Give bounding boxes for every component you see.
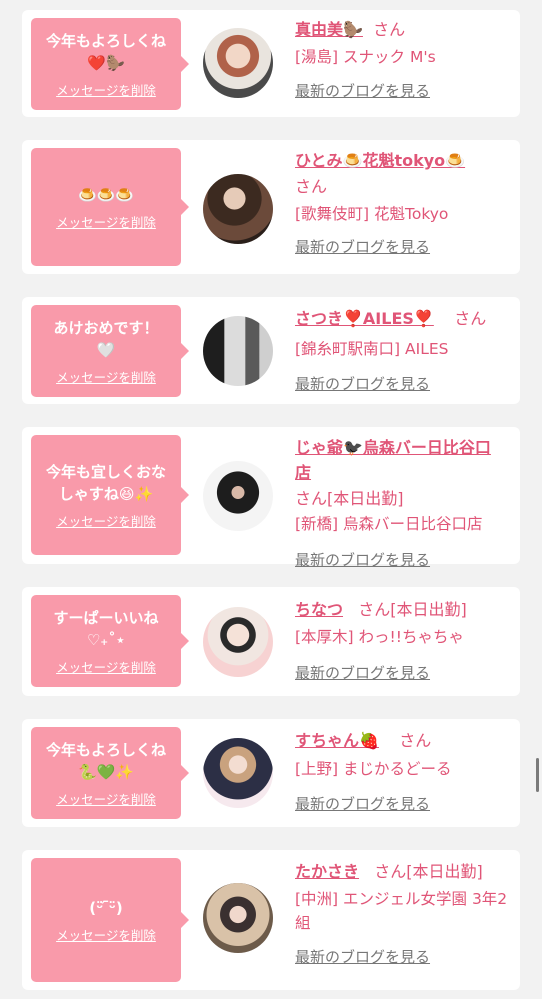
avatar[interactable] <box>203 738 273 808</box>
message-card: (ᵕ̈ ᷇ᵕ̈) メッセージを削除 たかさき さん[本日出勤] [中洲] エンジ… <box>22 850 520 990</box>
shop-info: [湯島] スナック M's <box>295 48 436 66</box>
shop-info: [上野] まじかるどーる <box>295 760 452 778</box>
latest-blog-link[interactable]: 最新のブログを見る <box>295 80 513 102</box>
latest-blog-link[interactable]: 最新のブログを見る <box>295 373 513 395</box>
avatar[interactable] <box>203 883 273 953</box>
avatar[interactable] <box>203 174 273 244</box>
message-card: 今年も宜しくおな しゃすね😆✨ メッセージを削除 じゃ爺🐦‍⬛烏森バー日比谷口店… <box>22 427 520 569</box>
latest-blog-link[interactable]: 最新のブログを見る <box>295 793 513 815</box>
avatar[interactable] <box>203 461 273 531</box>
working-today-status: [本日出勤] <box>406 862 483 881</box>
message-card: 今年もよろしくね 🐍💚✨ メッセージを削除 すちゃん🍓 さん [上野] まじかる… <box>22 719 520 827</box>
delete-message-link[interactable]: メッセージを削除 <box>56 657 156 676</box>
cast-name-link[interactable]: じゃ爺🐦‍⬛烏森バー日比谷口店 <box>295 435 505 485</box>
message-bubble: あけおめです！ 🤍 メッセージを削除 <box>31 305 181 397</box>
message-bubble: すーぱーいいね ♡₊˚⋆ メッセージを削除 <box>31 595 181 687</box>
delete-message-link[interactable]: メッセージを削除 <box>56 789 156 808</box>
latest-blog-link[interactable]: 最新のブログを見る <box>295 549 513 571</box>
message-bubble: 🍮🍮🍮 メッセージを削除 <box>31 148 181 266</box>
cast-name-link[interactable]: さつき❣️AILES❣️ <box>295 309 434 328</box>
cast-name-link[interactable]: ちなつ <box>295 600 343 619</box>
honorific: さん <box>454 309 487 328</box>
message-text: すーぱーいいね ♡₊˚⋆ <box>53 608 159 649</box>
working-today-status: [本日出勤] <box>390 600 467 619</box>
working-today-status: [本日出勤] <box>327 489 404 508</box>
shop-info: [錦糸町駅南口] AILES <box>295 340 449 358</box>
message-bubble: 今年も宜しくおな しゃすね😆✨ メッセージを削除 <box>31 435 181 555</box>
latest-blog-link[interactable]: 最新のブログを見る <box>295 662 513 684</box>
cast-name-link[interactable]: たかさき <box>295 862 359 881</box>
message-text: あけおめです！ 🤍 <box>53 318 159 359</box>
message-text: 今年もよろしくね 🐍💚✨ <box>45 740 166 781</box>
message-card: 🍮🍮🍮 メッセージを削除 ひとみ🍮花魁tokyo🍮 さん [歌舞伎町] 花魁To… <box>22 140 520 274</box>
avatar[interactable] <box>203 607 273 677</box>
message-text: 今年も宜しくおな しゃすね😆✨ <box>45 462 166 503</box>
honorific: さん <box>295 177 328 196</box>
shop-info: [新橋] 烏森バー日比谷口店 <box>295 515 483 533</box>
cast-name-link[interactable]: すちゃん🍓 <box>295 731 379 750</box>
message-text: 🍮🍮🍮 <box>77 185 135 204</box>
shop-info: [本厚木] わっ!!ちゃちゃ <box>295 628 464 646</box>
scrollbar[interactable] <box>536 758 539 792</box>
message-bubble: 今年もよろしくね 🐍💚✨ メッセージを削除 <box>31 727 181 819</box>
message-bubble: (ᵕ̈ ᷇ᵕ̈) メッセージを削除 <box>31 858 181 982</box>
honorific: さん <box>374 862 407 881</box>
delete-message-link[interactable]: メッセージを削除 <box>56 367 156 386</box>
delete-message-link[interactable]: メッセージを削除 <box>56 511 156 530</box>
avatar[interactable] <box>203 316 273 386</box>
message-text: 今年もよろしくね ❤️🦫 <box>45 31 166 72</box>
delete-message-link[interactable]: メッセージを削除 <box>56 212 156 231</box>
cast-name-link[interactable]: 真由美🦫 <box>295 20 363 39</box>
message-bubble: 今年もよろしくね ❤️🦫 メッセージを削除 <box>31 18 181 110</box>
message-card: すーぱーいいね ♡₊˚⋆ メッセージを削除 ちなつ さん[本日出勤] [本厚木]… <box>22 587 520 696</box>
latest-blog-link[interactable]: 最新のブログを見る <box>295 946 513 968</box>
shop-info: [中洲] エンジェル女学園 3年2組 <box>295 890 508 932</box>
avatar[interactable] <box>203 28 273 98</box>
honorific: さん <box>358 600 391 619</box>
message-card: あけおめです！ 🤍 メッセージを削除 さつき❣️AILES❣️ さん [錦糸町駅… <box>22 297 520 404</box>
message-card: 今年もよろしくね ❤️🦫 メッセージを削除 真由美🦫 さん [湯島] スナック … <box>22 10 520 117</box>
cast-name-link[interactable]: ひとみ🍮花魁tokyo🍮 <box>295 151 465 170</box>
shop-info: [歌舞伎町] 花魁Tokyo <box>295 205 449 223</box>
message-text: (ᵕ̈ ᷇ᵕ̈) <box>89 898 123 917</box>
honorific: さん <box>373 20 406 39</box>
honorific: さん <box>295 489 328 508</box>
latest-blog-link[interactable]: 最新のブログを見る <box>295 236 513 258</box>
honorific: さん <box>399 731 432 750</box>
delete-message-link[interactable]: メッセージを削除 <box>56 80 156 99</box>
delete-message-link[interactable]: メッセージを削除 <box>56 925 156 944</box>
